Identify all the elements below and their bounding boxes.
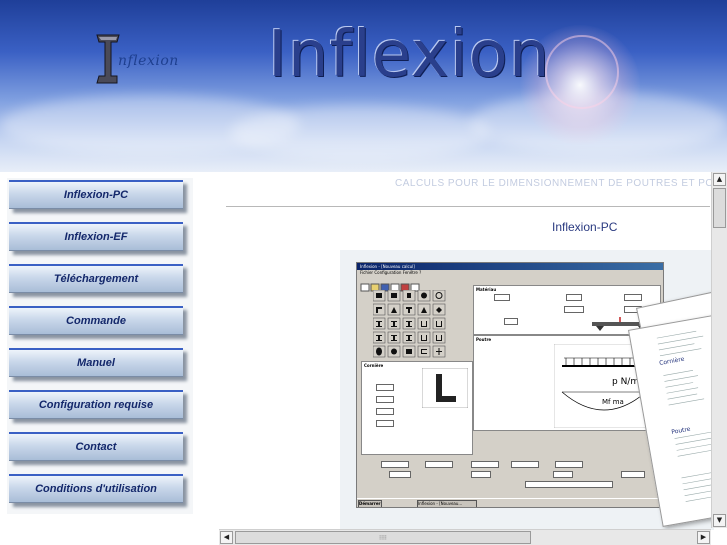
chevron-down-icon: ▼	[716, 516, 723, 524]
menu-item-label: Conditions d'utilisation	[35, 483, 157, 495]
menu-item-conditions[interactable]: Conditions d'utilisation	[9, 474, 183, 503]
section-area-field[interactable]	[504, 318, 518, 325]
chevron-left-icon: ◀	[223, 533, 230, 541]
results-panel	[361, 457, 659, 495]
app-menu-bar: Fichier Configuration Fenêtre ?	[360, 270, 422, 275]
lens-flare-ring	[545, 35, 619, 109]
divider	[226, 206, 710, 207]
grip-icon: ⁞⁞⁞⁞	[379, 534, 387, 541]
section-shapes-icon	[372, 289, 446, 358]
menu-item-label: Configuration requise	[38, 399, 154, 411]
result-field	[425, 461, 453, 468]
site-title: Inflexion	[268, 18, 551, 92]
scroll-left-button[interactable]: ◀	[220, 531, 233, 544]
section-label: Cornière	[364, 363, 384, 368]
logo[interactable]: nflexion	[92, 33, 192, 93]
dimension-field[interactable]	[376, 420, 394, 427]
chevron-right-icon: ▶	[700, 533, 707, 541]
moment-label: Mf ma	[602, 398, 624, 406]
tagline: CALCULS POUR LE DIMENSIONNEMENT DE POUTR…	[395, 178, 725, 189]
menu-item-label: Manuel	[77, 357, 115, 369]
menu-item-label: Contact	[75, 441, 117, 453]
result-field	[621, 471, 645, 478]
elastic-limit-field[interactable]	[566, 294, 582, 301]
navigation-menu: Inflexion-PC Inflexion-EF Téléchargement…	[7, 178, 193, 514]
menu-item-label: Inflexion-PC	[63, 189, 129, 201]
result-field	[555, 461, 583, 468]
ultimate-limit-field[interactable]	[624, 294, 642, 301]
load-label: p N/m	[612, 377, 639, 387]
scroll-down-button[interactable]: ▼	[713, 514, 726, 527]
menu-item-inflexion-pc[interactable]: Inflexion-PC	[9, 180, 183, 209]
section-shape-grid	[372, 289, 463, 364]
menu-item-label: Téléchargement	[53, 273, 139, 285]
menu-item-label: Commande	[66, 315, 126, 327]
comment-field	[525, 481, 613, 488]
chevron-up-icon: ▲	[716, 175, 723, 183]
scroll-up-button[interactable]: ▲	[713, 173, 726, 186]
menu-item-contact[interactable]: Contact	[9, 432, 183, 461]
modulus-field[interactable]	[564, 306, 584, 313]
dimension-field[interactable]	[376, 408, 394, 415]
app-window-title: Inflexion - [Nouveau calcul]	[357, 263, 663, 270]
result-field	[471, 461, 499, 468]
section-title: Inflexion-PC	[552, 220, 618, 234]
result-field	[471, 471, 491, 478]
result-field	[389, 471, 411, 478]
result-field	[553, 471, 573, 478]
dimension-field[interactable]	[376, 384, 394, 391]
menu-item-commande[interactable]: Commande	[9, 306, 183, 335]
menu-item-label: Inflexion-EF	[64, 231, 128, 243]
material-panel: Matériau	[473, 285, 661, 335]
menu-item-manuel[interactable]: Manuel	[9, 348, 183, 377]
material-field[interactable]	[494, 294, 510, 301]
header-banner: nflexion Inflexion	[0, 0, 727, 172]
vertical-scrollbar[interactable]: ▲ ▼	[711, 172, 727, 528]
menu-item-telechargement[interactable]: Téléchargement	[9, 264, 183, 293]
horizontal-scroll-thumb[interactable]: ⁞⁞⁞⁞	[235, 531, 531, 544]
start-button: Démarrer	[358, 500, 382, 507]
angle-section-icon	[422, 368, 468, 408]
menu-item-inflexion-ef[interactable]: Inflexion-EF	[9, 222, 183, 251]
taskbar-item: Inflexion - [Nouveau...	[417, 500, 477, 507]
app-screenshot-window: Inflexion - [Nouveau calcul] Fichier Con…	[356, 262, 664, 508]
cloud-decoration	[230, 105, 490, 160]
beam-label: Poutre	[476, 337, 492, 342]
result-field	[511, 461, 539, 468]
app-toolbar	[360, 278, 470, 292]
app-taskbar: Démarrer Inflexion - [Nouveau...	[357, 498, 663, 507]
material-label: Matériau	[476, 287, 497, 292]
logo-text: nflexion	[118, 53, 179, 69]
menu-item-configuration-requise[interactable]: Configuration requise	[9, 390, 183, 419]
result-field	[381, 461, 409, 468]
scroll-right-button[interactable]: ▶	[697, 531, 710, 544]
dimension-field[interactable]	[376, 396, 394, 403]
vertical-scroll-thumb[interactable]	[713, 188, 726, 228]
horizontal-scrollbar[interactable]: ◀ ⁞⁞⁞⁞ ▶	[219, 529, 711, 545]
section-panel: Cornière	[361, 361, 473, 455]
